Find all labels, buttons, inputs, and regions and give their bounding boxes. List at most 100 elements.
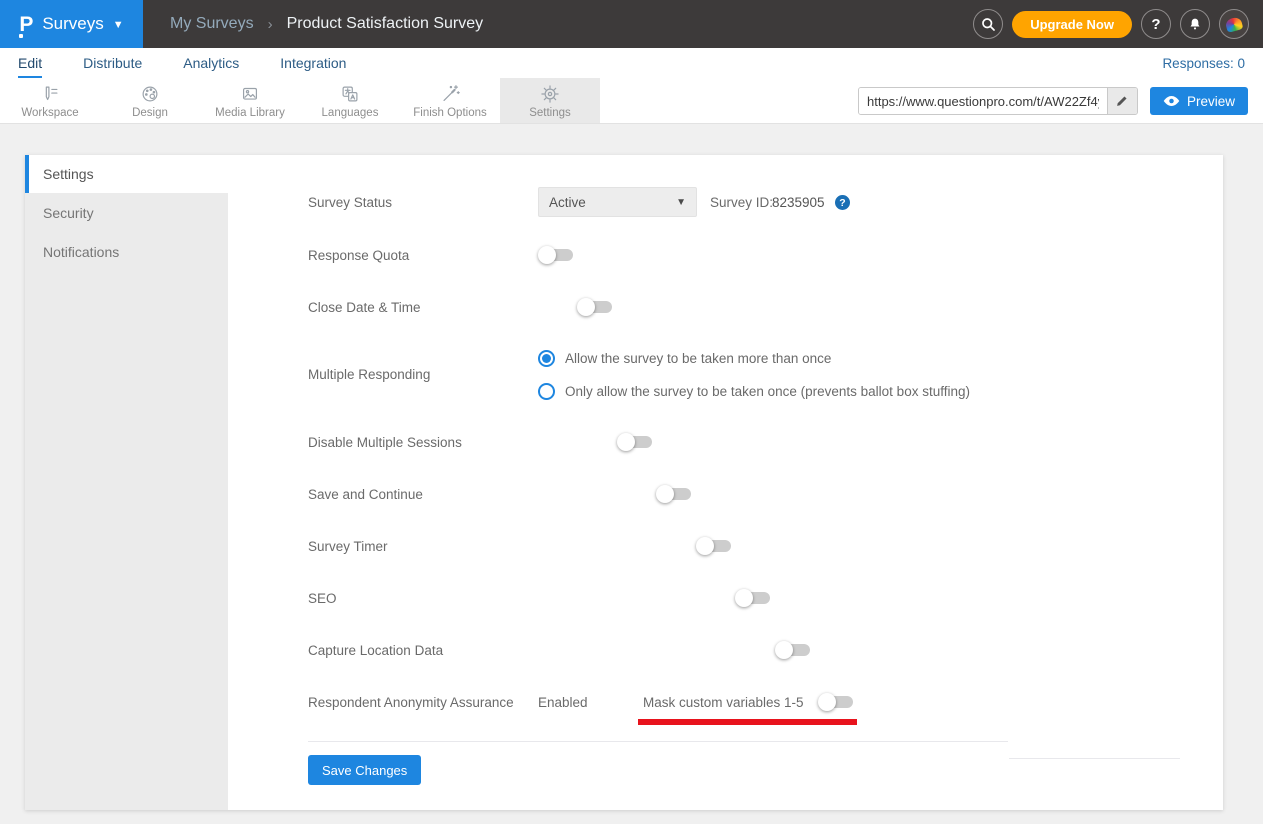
tab-media-library[interactable]: Media Library (200, 78, 300, 123)
save-continue-label: Save and Continue (308, 487, 423, 502)
tab-analytics[interactable]: Analytics (183, 48, 239, 78)
question-mark-icon: ? (1151, 16, 1160, 33)
sidebar-item-label: Security (43, 205, 94, 221)
tab-finish-options[interactable]: Finish Options (400, 78, 500, 123)
radio-option-allow-multiple[interactable]: Allow the survey to be taken more than o… (538, 350, 831, 367)
toggle-knob (818, 693, 836, 711)
selected-status: Active (549, 195, 676, 210)
settings-panel: Settings Security Notifications Survey S… (25, 155, 1223, 810)
chevron-down-icon: ▼ (676, 197, 686, 208)
highlight-underline (638, 719, 857, 725)
product-name: Surveys (42, 14, 103, 34)
brand-menu[interactable]: P Surveys ▼ (0, 0, 143, 48)
toggle-knob (656, 485, 674, 503)
anonymity-label: Respondent Anonymity Assurance (308, 695, 514, 710)
tab-workspace[interactable]: Workspace (0, 78, 100, 123)
bell-icon (1187, 16, 1203, 32)
search-icon (980, 16, 997, 33)
breadcrumb-parent-link[interactable]: My Surveys (170, 15, 254, 33)
avatar-image (1225, 16, 1244, 33)
mask-variables-toggle[interactable] (818, 693, 853, 711)
toggle-knob (617, 433, 635, 451)
eye-icon (1163, 95, 1180, 107)
seo-toggle[interactable] (735, 589, 770, 607)
response-quota-toggle[interactable] (538, 246, 573, 264)
toggle-knob (577, 298, 595, 316)
upgrade-now-button[interactable]: Upgrade Now (1012, 11, 1132, 38)
settings-sidebar: Settings Security Notifications (25, 155, 228, 810)
tab-label: Workspace (21, 107, 78, 119)
seo-label: SEO (308, 591, 337, 606)
tab-settings[interactable]: Settings (500, 78, 600, 123)
survey-id-value: 8235905 (772, 195, 825, 210)
capture-location-toggle[interactable] (775, 641, 810, 659)
survey-url-box (858, 87, 1138, 115)
disable-sessions-toggle[interactable] (617, 433, 652, 451)
radio-option-only-once[interactable]: Only allow the survey to be taken once (… (538, 383, 970, 400)
tab-label: Settings (529, 107, 571, 119)
save-continue-toggle[interactable] (656, 485, 691, 503)
sidebar-item-settings[interactable]: Settings (25, 155, 228, 193)
responses-count: Responses: 0 (1162, 56, 1245, 71)
divider (1009, 758, 1180, 759)
breadcrumb: My Surveys › Product Satisfaction Survey (170, 15, 483, 33)
survey-timer-label: Survey Timer (308, 539, 388, 554)
survey-id-help-icon[interactable]: ? (835, 195, 850, 210)
survey-status-select[interactable]: Active ▼ (538, 187, 697, 217)
sidebar-item-notifications[interactable]: Notifications (25, 232, 228, 271)
notifications-button[interactable] (1180, 9, 1210, 39)
question-mark-icon: ? (839, 197, 845, 209)
page-title: Product Satisfaction Survey (287, 15, 484, 33)
tab-label: Finish Options (413, 107, 487, 119)
tab-design[interactable]: Design (100, 78, 200, 123)
sidebar-item-label: Settings (43, 166, 94, 182)
mask-variables-label: Mask custom variables 1-5 (643, 695, 804, 710)
radio-selected-icon (538, 350, 555, 367)
sidebar-item-security[interactable]: Security (25, 193, 228, 232)
tab-label: Design (132, 107, 168, 119)
tab-edit[interactable]: Edit (18, 48, 42, 78)
tab-distribute[interactable]: Distribute (83, 48, 142, 78)
toggle-knob (775, 641, 793, 659)
edit-toolbar: Workspace Design Media Library Languages… (0, 78, 1263, 124)
breadcrumb-separator: › (268, 16, 273, 33)
radio-option-label: Only allow the survey to be taken once (… (565, 384, 970, 399)
radio-unselected-icon (538, 383, 555, 400)
edit-url-button[interactable] (1107, 88, 1137, 114)
finish-options-icon (439, 83, 461, 105)
languages-icon (339, 83, 361, 105)
tab-languages[interactable]: Languages (300, 78, 400, 123)
close-date-toggle[interactable] (577, 298, 612, 316)
header-actions: Upgrade Now ? (973, 9, 1263, 39)
multiple-responding-label: Multiple Responding (308, 367, 430, 382)
survey-status-label: Survey Status (308, 195, 392, 210)
preview-button[interactable]: Preview (1150, 87, 1248, 115)
radio-option-label: Allow the survey to be taken more than o… (565, 351, 831, 366)
sidebar-item-label: Notifications (43, 244, 119, 260)
capture-location-label: Capture Location Data (308, 643, 443, 658)
design-icon (139, 83, 161, 105)
settings-gear-icon (539, 83, 561, 105)
disable-sessions-label: Disable Multiple Sessions (308, 435, 462, 450)
tab-label: Languages (322, 107, 379, 119)
close-date-label: Close Date & Time (308, 300, 421, 315)
search-button[interactable] (973, 9, 1003, 39)
survey-nav: Edit Distribute Analytics Integration Re… (0, 48, 1263, 78)
response-quota-label: Response Quota (308, 248, 409, 263)
survey-url-input[interactable] (859, 88, 1107, 114)
tab-integration[interactable]: Integration (280, 48, 346, 78)
save-changes-button[interactable]: Save Changes (308, 755, 421, 785)
top-header: P Surveys ▼ My Surveys › Product Satisfa… (0, 0, 1263, 48)
user-avatar[interactable] (1219, 9, 1249, 39)
anonymity-status: Enabled (538, 695, 588, 710)
media-library-icon (239, 83, 261, 105)
tab-label: Media Library (215, 107, 285, 119)
pencil-icon (1115, 94, 1129, 108)
preview-label: Preview (1187, 94, 1235, 109)
survey-id-label: Survey ID: (710, 195, 773, 210)
help-button[interactable]: ? (1141, 9, 1171, 39)
survey-timer-toggle[interactable] (696, 537, 731, 555)
questionpro-logo-icon: P (19, 14, 33, 35)
chevron-down-icon: ▼ (113, 19, 124, 31)
toggle-knob (538, 246, 556, 264)
